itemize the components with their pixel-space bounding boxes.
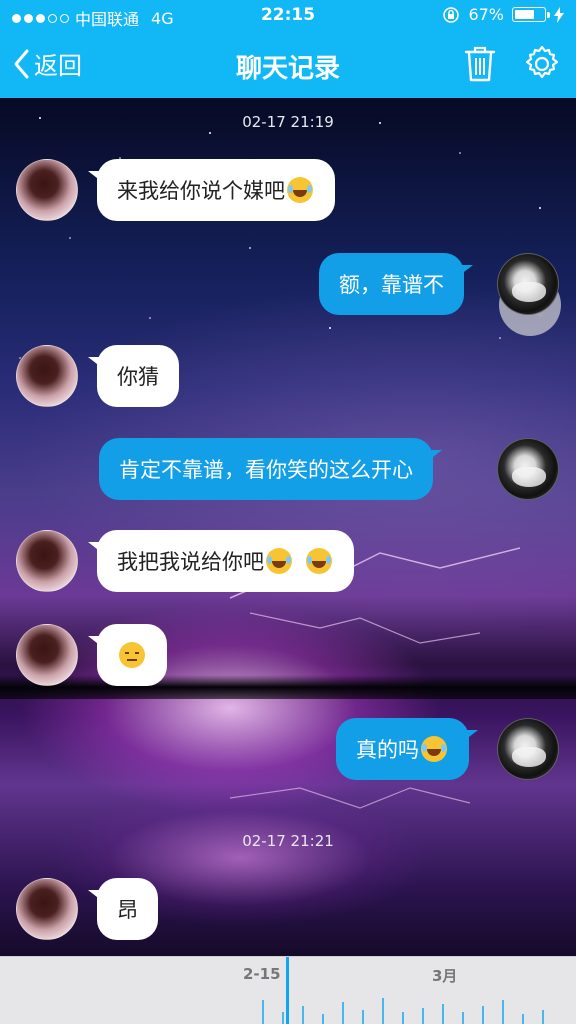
friend-avatar[interactable] bbox=[16, 878, 78, 940]
friend-avatar[interactable] bbox=[16, 530, 78, 592]
trash-icon bbox=[464, 46, 496, 82]
timeline-tick bbox=[282, 1012, 284, 1024]
timeline-tick bbox=[442, 1004, 444, 1024]
message-text: 昂 bbox=[117, 898, 138, 922]
message-text: 来我给你说个媒吧 bbox=[117, 179, 285, 203]
timeline-tick bbox=[302, 1006, 304, 1024]
timeline-tick bbox=[422, 1008, 424, 1024]
timeline-tick bbox=[362, 1010, 364, 1024]
rotation-lock-icon bbox=[443, 6, 460, 23]
friend-avatar[interactable] bbox=[16, 159, 78, 221]
delete-button[interactable] bbox=[460, 44, 500, 84]
message-text: 你猜 bbox=[117, 365, 159, 389]
message-text: 肯定不靠谱，看你笑的这么开心 bbox=[119, 458, 413, 482]
tears-of-joy-emoji-icon bbox=[421, 736, 447, 762]
message-bubble-incoming[interactable]: 你猜 bbox=[97, 345, 179, 407]
my-avatar[interactable] bbox=[497, 438, 559, 500]
message-bubble-incoming[interactable]: 我把我说给你吧 bbox=[97, 530, 354, 592]
nav-bar: 返回 聊天记录 bbox=[0, 32, 576, 98]
tears-of-joy-emoji-icon bbox=[287, 177, 313, 203]
timeline-tick bbox=[342, 1002, 344, 1024]
timestamp: 02-17 21:21 bbox=[242, 832, 334, 850]
settings-button[interactable] bbox=[522, 44, 562, 84]
status-bar: 中国联通 4G 22:15 67% bbox=[0, 0, 576, 32]
horizon-silhouette bbox=[0, 675, 576, 699]
my-avatar[interactable] bbox=[497, 718, 559, 780]
message-text: 额，靠谱不 bbox=[339, 273, 444, 297]
timeline-label-month: 3月 bbox=[432, 967, 458, 985]
timeline-tick bbox=[502, 1000, 504, 1024]
battery-percent: 67% bbox=[468, 5, 504, 24]
chat-history[interactable]: 02-17 21:19 来我给你说个媒吧 额，靠谱不 你猜 肯定不靠谱，看你笑的… bbox=[0, 98, 576, 956]
message-bubble-incoming[interactable]: 昂 bbox=[97, 878, 158, 940]
message-text: 真的吗 bbox=[356, 738, 419, 762]
timestamp: 02-17 21:19 bbox=[242, 113, 334, 131]
message-bubble-incoming[interactable] bbox=[97, 624, 167, 686]
my-avatar[interactable] bbox=[497, 253, 559, 315]
pensive-emoji-icon bbox=[119, 642, 145, 668]
message-text: 我把我说给你吧 bbox=[117, 550, 264, 574]
tears-of-joy-emoji-icon bbox=[306, 548, 332, 574]
status-right: 67% bbox=[442, 5, 564, 24]
timeline-tick bbox=[402, 1012, 404, 1024]
message-bubble-outgoing[interactable]: 真的吗 bbox=[336, 718, 469, 780]
timeline-tick bbox=[462, 1012, 464, 1024]
timeline-tick bbox=[262, 1000, 264, 1024]
timeline-tick bbox=[482, 1006, 484, 1024]
timeline-tick bbox=[542, 1010, 544, 1024]
date-timeline-scrubber[interactable]: 2-15 3月 bbox=[0, 956, 576, 1024]
message-bubble-outgoing[interactable]: 额，靠谱不 bbox=[319, 253, 464, 315]
tears-of-joy-emoji-icon bbox=[266, 548, 292, 574]
message-bubble-outgoing[interactable]: 肯定不靠谱，看你笑的这么开心 bbox=[99, 438, 433, 500]
battery-icon bbox=[512, 7, 550, 22]
lightning-decoration bbox=[229, 547, 521, 809]
timeline-tick bbox=[522, 1014, 524, 1024]
timeline-cursor[interactable] bbox=[286, 957, 289, 1024]
friend-avatar[interactable] bbox=[16, 345, 78, 407]
message-bubble-incoming[interactable]: 来我给你说个媒吧 bbox=[97, 159, 335, 221]
top-bar: 中国联通 4G 22:15 67% 返回 聊天记录 bbox=[0, 0, 576, 98]
friend-avatar[interactable] bbox=[16, 624, 78, 686]
timeline-tick bbox=[322, 1014, 324, 1024]
timeline-tick bbox=[382, 998, 384, 1024]
charging-icon bbox=[554, 6, 564, 23]
gear-icon bbox=[525, 45, 559, 79]
timeline-label-date: 2-15 bbox=[243, 965, 281, 983]
